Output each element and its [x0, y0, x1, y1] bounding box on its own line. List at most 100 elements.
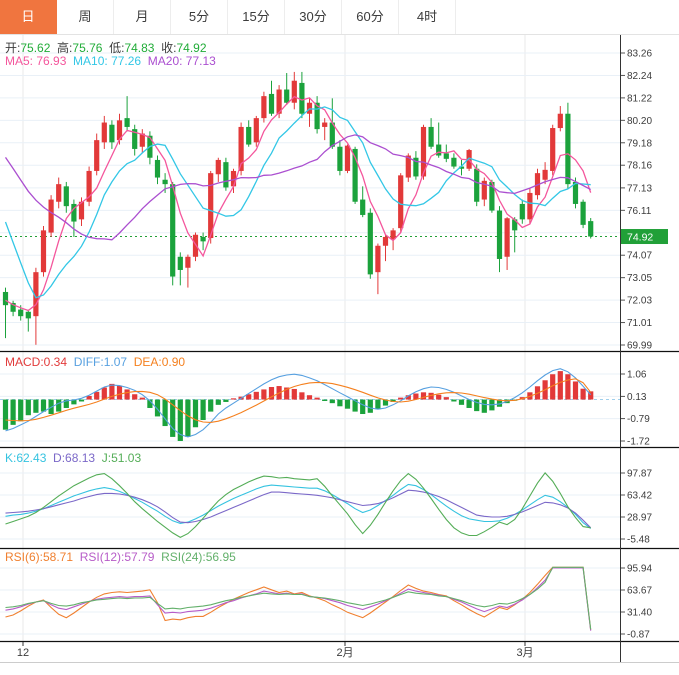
macd-histogram-bar — [322, 400, 327, 401]
x-axis-label: 3月 — [516, 647, 533, 659]
y-axis-tick-label: 79.18 — [627, 138, 652, 149]
candle-body — [26, 312, 31, 319]
k-line — [6, 484, 591, 528]
candle-body — [155, 160, 160, 178]
tab-30min[interactable]: 30分 — [285, 0, 342, 34]
macd-histogram-bar — [581, 389, 586, 400]
macd-histogram-bar — [337, 400, 342, 407]
kdj-readout: K:62.43 D:68.13 J:51.03 — [5, 451, 141, 465]
x-axis-label: 2月 — [336, 647, 353, 659]
macd-histogram-bar — [459, 400, 464, 405]
macd-histogram-bar — [231, 398, 236, 399]
tab-60min[interactable]: 60分 — [342, 0, 399, 34]
macd-histogram-bar — [261, 389, 266, 399]
candle-body — [368, 213, 373, 275]
ma-readout-segment: MA5: 76.93 — [5, 54, 73, 68]
tab-month[interactable]: 月 — [114, 0, 171, 34]
ohlc-readout-segment: 74.92 — [176, 41, 206, 55]
candle-body — [269, 94, 274, 114]
candle-body — [64, 186, 69, 206]
y-axis-tick-label: 82.24 — [627, 71, 652, 82]
rsi-readout: RSI(6):58.71 RSI(12):57.79 RSI(24):56.95 — [5, 550, 236, 564]
macd-histogram-bar — [18, 400, 23, 422]
candle-body — [216, 160, 221, 174]
y-axis-tick-label: 28.97 — [627, 513, 652, 524]
j-line — [6, 473, 591, 538]
y-axis-tick-label: 77.13 — [627, 183, 652, 194]
kdj-readout-segment: J:51.03 — [102, 451, 141, 465]
macd-histogram-bar — [307, 395, 312, 399]
rsi-readout-segment: RSI(6):58.71 — [5, 550, 80, 564]
candle-body — [18, 310, 23, 317]
macd-histogram-bar — [368, 400, 373, 413]
macd-readout-segment: DEA:0.90 — [134, 355, 185, 369]
y-axis-tick-label: 0.13 — [627, 392, 647, 403]
macd-histogram-bar — [565, 374, 570, 399]
tab-week[interactable]: 周 — [57, 0, 114, 34]
rsi-readout-segment: RSI(24):56.95 — [161, 550, 236, 564]
rsi-readout-segment: RSI(12):57.79 — [80, 550, 161, 564]
y-axis-tick-label: 80.20 — [627, 116, 652, 127]
macd-readout: MACD:0.34 DIFF:1.07 DEA:0.90 — [5, 355, 185, 369]
candle-body — [474, 169, 479, 202]
ohlc-readout-segment: 74.83 — [124, 41, 161, 55]
candle-body — [284, 90, 289, 103]
candle-body — [254, 118, 259, 142]
last-price-badge-label: 74.92 — [627, 232, 653, 244]
tab-day[interactable]: 日 — [0, 0, 57, 34]
macd-histogram-bar — [94, 392, 99, 400]
y-axis-tick-label: 95.94 — [627, 564, 652, 575]
macd-histogram-bar — [26, 400, 31, 416]
candle-body — [41, 230, 46, 272]
macd-histogram-bar — [79, 400, 84, 402]
y-axis-tick-label: 63.67 — [627, 586, 652, 597]
macd-histogram-bar — [345, 400, 350, 409]
candle-body — [163, 180, 168, 184]
candle-body — [56, 184, 61, 202]
y-axis-tick-label: -5.48 — [627, 535, 650, 546]
macd-histogram-bar — [254, 392, 259, 400]
candle-body — [49, 200, 54, 233]
ma20-line — [6, 135, 591, 240]
macd-histogram-bar — [436, 395, 441, 400]
candle-body — [3, 292, 8, 305]
kdj-readout-segment: K:62.43 — [5, 451, 53, 465]
candle-body — [429, 127, 434, 147]
candle-body — [94, 140, 99, 171]
candle-body — [109, 125, 114, 143]
candle-body — [102, 123, 107, 143]
candle-body — [193, 235, 198, 257]
tab-5min[interactable]: 5分 — [171, 0, 228, 34]
candle-body — [558, 114, 563, 128]
candle-body — [246, 127, 251, 145]
ma-readout: MA5: 76.93 MA10: 77.26 MA20: 77.13 — [5, 54, 216, 68]
candle-body — [178, 257, 183, 270]
macd-histogram-bar — [451, 400, 456, 402]
y-axis-tick-label: 1.06 — [627, 370, 647, 381]
macd-histogram-bar — [558, 371, 563, 399]
y-axis-tick-label: 71.01 — [627, 318, 652, 329]
y-axis-tick-label: 83.26 — [627, 49, 652, 60]
macd-histogram-bar — [467, 400, 472, 408]
macd-histogram-bar — [3, 400, 8, 430]
x-axis-label: 12 — [17, 647, 29, 659]
candle-body — [383, 237, 388, 246]
dea-line — [6, 379, 591, 423]
trading-chart-app: 日周月5分15分30分60分4时 开:75.62 高:75.76 低:74.83… — [0, 0, 679, 675]
candle-body — [345, 146, 350, 171]
period-tabbar: 日周月5分15分30分60分4时 — [0, 0, 679, 35]
macd-histogram-bar — [56, 400, 61, 412]
kdj-readout-segment: D:68.13 — [53, 451, 102, 465]
tab-15min[interactable]: 15分 — [228, 0, 285, 34]
candle-body — [185, 257, 190, 268]
macd-histogram-bar — [330, 400, 335, 404]
ma-readout-segment: MA20: 77.13 — [148, 54, 216, 68]
macd-histogram-bar — [292, 389, 297, 400]
macd-histogram-bar — [315, 398, 320, 400]
candle-body — [451, 158, 456, 167]
macd-histogram-bar — [216, 400, 221, 405]
candle-body — [398, 175, 403, 228]
tab-4hour[interactable]: 4时 — [399, 0, 456, 34]
candle-body — [505, 218, 510, 257]
candle-body — [292, 81, 297, 103]
